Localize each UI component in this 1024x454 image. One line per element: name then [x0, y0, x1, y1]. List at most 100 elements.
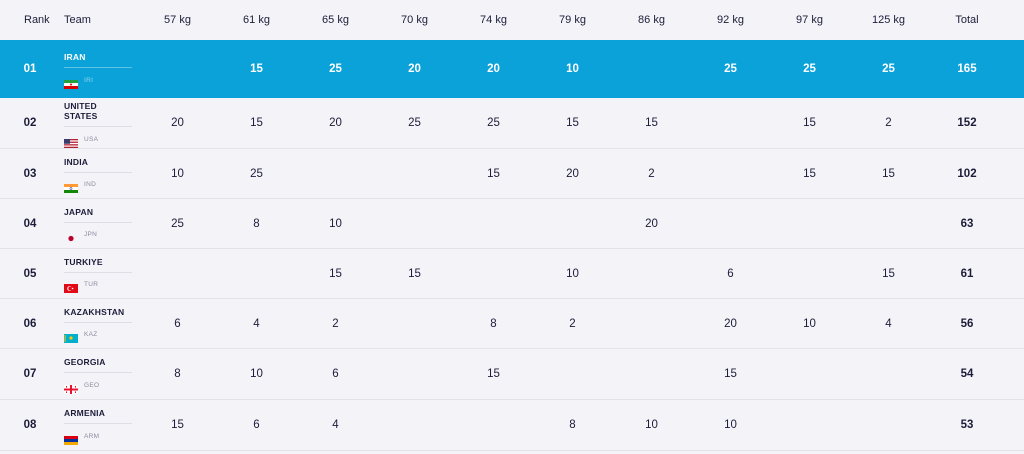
table-row[interactable]: 01 IRAN IRI 15 25 20 20 10 25 25 25 165 — [0, 40, 1024, 98]
rank-value: 08 — [23, 419, 37, 431]
georgia-flag-icon — [64, 381, 78, 394]
rank-cell: 08 — [0, 419, 60, 431]
team-cell[interactable]: KAZAKHSTAN KAZ — [60, 307, 138, 343]
weight-score: 15 — [882, 267, 895, 280]
team-cell[interactable]: JAPAN JPN — [60, 207, 138, 242]
weight-score: 25 — [329, 63, 342, 75]
team-name: ARMENIA — [64, 408, 132, 424]
rank-cell: 02 — [0, 117, 60, 129]
weight-score: 15 — [487, 368, 500, 380]
weight-score: 15 — [250, 63, 263, 75]
header-weight: 74 kg — [480, 14, 507, 26]
table-body: 01 IRAN IRI 15 25 20 20 10 25 25 25 165 02 UNITED… — [0, 40, 1024, 451]
total-value: 102 — [957, 167, 977, 180]
team-meta: IRI — [64, 74, 138, 89]
team-cell[interactable]: IRAN IRI — [60, 52, 138, 89]
team-name: KAZAKHSTAN — [64, 307, 132, 323]
table-row[interactable]: 06 KAZAKHSTAN KAZ 6 4 2 8 2 20 10 4 56 — [0, 299, 1024, 349]
header-weight: 70 kg — [401, 14, 428, 26]
weight-score: 2 — [885, 117, 892, 129]
weight-score: 10 — [250, 368, 263, 380]
country-code: KAZ — [84, 331, 98, 338]
header-rank: Rank — [24, 14, 50, 26]
weight-score: 15 — [645, 117, 658, 129]
total-value: 54 — [960, 368, 974, 380]
weight-score: 25 — [487, 117, 500, 129]
weight-score: 15 — [882, 167, 895, 180]
japan-flag-icon — [64, 230, 78, 242]
country-code: USA — [84, 135, 99, 143]
rank-cell: 07 — [0, 368, 60, 380]
rank-cell: 05 — [0, 268, 60, 280]
team-cell[interactable]: ARMENIA ARM — [60, 408, 138, 445]
team-cell[interactable]: GEORGIA GEO — [60, 357, 138, 394]
weight-score: 6 — [727, 267, 734, 280]
team-cell[interactable]: UNITED STATES USA — [60, 101, 138, 148]
header-weight: 61 kg — [243, 14, 270, 26]
team-cell[interactable]: INDIA IND — [60, 157, 138, 193]
team-meta: ARM — [64, 430, 138, 445]
weight-score: 15 — [329, 267, 342, 280]
team-meta: USA — [64, 133, 138, 148]
total-cell: 152 — [928, 117, 1006, 129]
weight-score: 15 — [566, 117, 579, 129]
weight-score: 15 — [724, 368, 737, 380]
header-weight: 79 kg — [559, 14, 586, 26]
india-flag-icon — [64, 180, 78, 193]
team-name: JAPAN — [64, 207, 132, 223]
table-header: Rank Team 57 kg 61 kg 65 kg 70 kg 74 kg … — [0, 0, 1024, 40]
weight-score: 15 — [803, 117, 816, 129]
table-row[interactable]: 07 GEORGIA GEO 8 10 6 15 15 54 — [0, 349, 1024, 400]
table-row[interactable]: 04 JAPAN JPN 25 8 10 20 63 — [0, 199, 1024, 249]
weight-score: 20 — [645, 217, 658, 230]
header-weight: 92 kg — [717, 14, 744, 26]
total-cell: 54 — [928, 368, 1006, 380]
weight-score: 20 — [487, 63, 500, 75]
weight-score: 8 — [569, 419, 576, 431]
header-total: Total — [955, 14, 979, 26]
total-value: 152 — [957, 117, 977, 129]
weight-score: 20 — [724, 317, 737, 330]
weight-score: 8 — [490, 317, 497, 330]
iran-flag-icon — [64, 76, 78, 89]
table-row[interactable]: 02 UNITED STATES USA 20 15 20 25 25 15 15 15 2 15… — [0, 98, 1024, 149]
country-code: ARM — [84, 432, 100, 440]
weight-score: 2 — [648, 167, 655, 180]
total-cell: 102 — [928, 168, 1006, 180]
table-row[interactable]: 05 TURKIYE TUR 15 15 10 6 15 61 — [0, 249, 1024, 299]
weight-score: 20 — [408, 63, 421, 75]
weight-score: 2 — [332, 317, 339, 330]
team-name: INDIA — [64, 157, 132, 173]
weight-score: 25 — [171, 217, 184, 230]
rank-cell: 04 — [0, 218, 60, 230]
weight-score: 25 — [250, 167, 263, 180]
weight-score: 20 — [566, 167, 579, 180]
team-name: TURKIYE — [64, 257, 132, 273]
total-value: 63 — [960, 217, 974, 230]
weight-score: 25 — [882, 63, 895, 75]
rank-cell: 03 — [0, 168, 60, 180]
weight-score: 8 — [253, 217, 260, 230]
rank-value: 06 — [23, 317, 37, 330]
rank-value: 04 — [23, 217, 37, 230]
table-row[interactable]: 08 ARMENIA ARM 15 6 4 8 10 10 53 — [0, 400, 1024, 451]
weight-score: 10 — [645, 419, 658, 431]
total-value: 56 — [960, 317, 974, 330]
total-cell: 61 — [928, 268, 1006, 280]
table-row[interactable]: 03 INDIA IND 10 25 15 20 2 15 15 102 — [0, 149, 1024, 199]
header-weight: 86 kg — [638, 14, 665, 26]
header-weight: 57 kg — [164, 14, 191, 26]
weight-score: 15 — [408, 267, 421, 280]
weight-score: 15 — [171, 419, 184, 431]
rank-value: 01 — [23, 63, 37, 75]
weight-score: 10 — [566, 63, 579, 75]
team-cell[interactable]: TURKIYE TUR — [60, 257, 138, 293]
weight-score: 4 — [885, 317, 892, 330]
weight-score: 2 — [569, 317, 576, 330]
country-code: TUR — [84, 281, 99, 288]
weight-score: 10 — [329, 217, 342, 230]
total-cell: 56 — [928, 318, 1006, 330]
team-name: IRAN — [64, 52, 132, 68]
team-meta: TUR — [64, 279, 138, 293]
country-code: JPN — [84, 231, 98, 238]
